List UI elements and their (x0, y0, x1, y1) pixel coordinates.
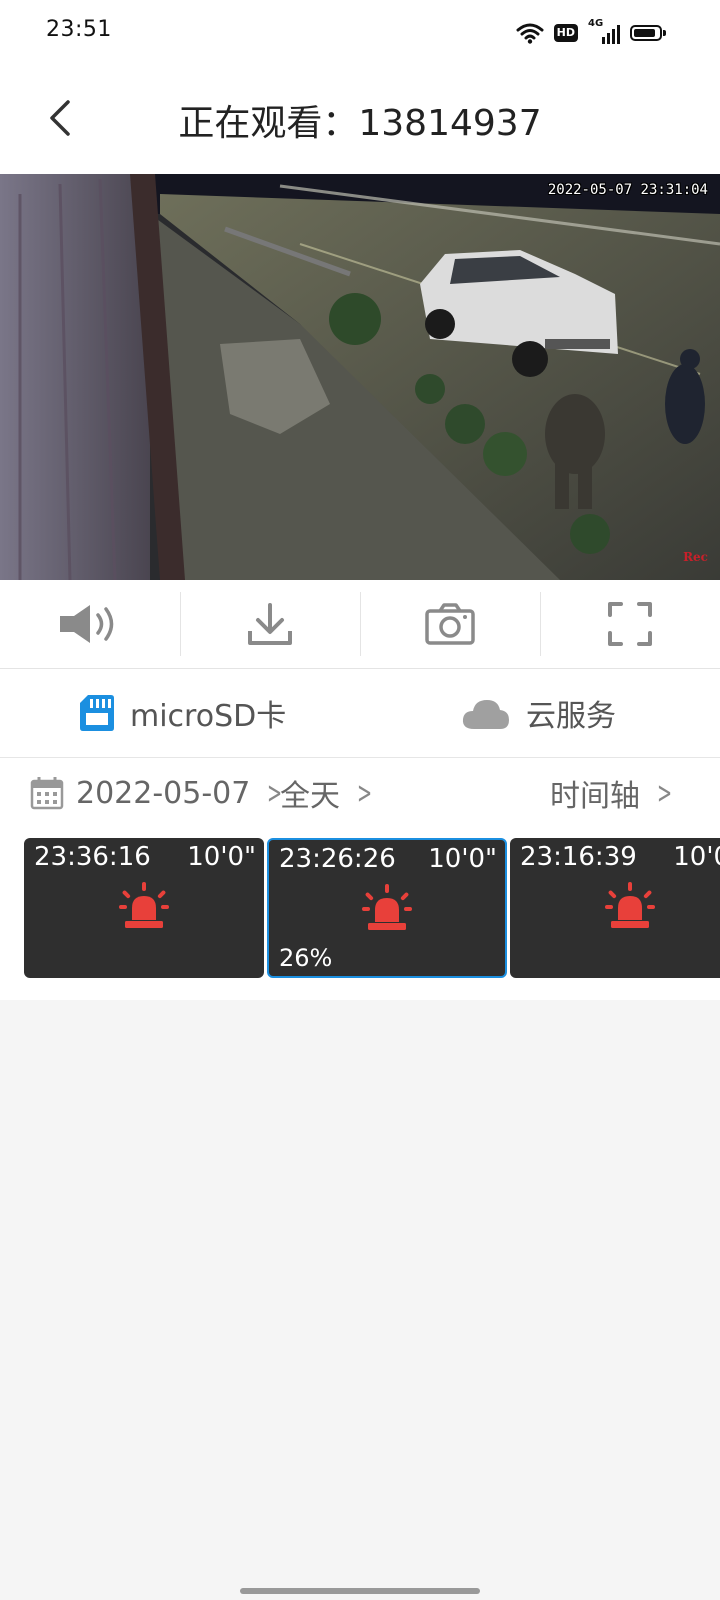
alarm-siren-icon (362, 884, 412, 930)
range-chevron-icon: > (357, 775, 373, 811)
wifi-icon (516, 23, 544, 44)
clip-duration: 10'0" (673, 842, 720, 872)
cloud-icon (462, 700, 509, 729)
filter-row: 2022-05-07 > 全天 > 时间轴 > (0, 758, 720, 828)
tab-microsd[interactable]: microSD卡 (80, 669, 286, 757)
fullscreen-button[interactable] (540, 580, 720, 668)
home-indicator[interactable] (240, 1588, 480, 1594)
video-frame (0, 174, 720, 580)
sd-card-icon (80, 695, 114, 731)
clip-card[interactable]: 23:36:16 10'0" (24, 838, 264, 978)
clip-progress: 26% (279, 944, 333, 972)
mute-button[interactable] (0, 580, 180, 668)
status-time: 23:51 (46, 17, 112, 42)
calendar-icon (30, 777, 64, 810)
timeline-label: 时间轴 (550, 779, 640, 814)
clip-list: 23:36:16 10'0" 23:26:26 10'0" 26% 23:16:… (0, 828, 720, 1000)
battery-icon (630, 25, 666, 41)
clip-duration: 10'0" (428, 844, 497, 874)
tab-cloud-label: 云服务 (526, 699, 616, 734)
snapshot-button[interactable] (360, 580, 540, 668)
status-icons: HD 4G (516, 18, 666, 48)
rec-indicator: Rec (683, 550, 708, 564)
alarm-siren-icon (605, 882, 655, 928)
tab-microsd-label: microSD卡 (130, 699, 287, 734)
timeline-link[interactable]: 时间轴 > (550, 758, 677, 828)
clip-card-selected[interactable]: 23:26:26 10'0" 26% (267, 838, 507, 978)
timeline-chevron-icon: > (657, 775, 673, 811)
hd-badge: HD (553, 24, 578, 42)
download-button[interactable] (180, 580, 360, 668)
download-icon (248, 603, 292, 645)
camera-icon (425, 603, 475, 645)
alarm-siren-icon (119, 882, 169, 928)
header: 正在观看：13814937 (0, 64, 720, 174)
clip-duration: 10'0" (187, 842, 256, 872)
clip-time: 23:36:16 (34, 842, 151, 872)
date-picker[interactable]: 2022-05-07 > (30, 758, 288, 828)
status-bar: 23:51 HD 4G (0, 0, 720, 64)
player-controls (0, 580, 720, 669)
speaker-icon (60, 605, 114, 643)
osd-timestamp: 2022-05-07 23:31:04 (547, 182, 708, 198)
fullscreen-icon (608, 602, 652, 646)
clip-time: 23:26:26 (279, 844, 396, 874)
source-tabs: microSD卡 云服务 (0, 669, 720, 758)
video-player[interactable]: 2022-05-07 23:31:04 Rec (0, 174, 720, 580)
clip-time: 23:16:39 (520, 842, 637, 872)
clip-card[interactable]: 23:16:39 10'0" (510, 838, 720, 978)
tab-cloud-service[interactable]: 云服务 (462, 669, 616, 757)
time-range-label: 全天 (280, 779, 340, 814)
selected-date: 2022-05-07 (76, 775, 251, 811)
cellular-signal-icon: 4G (588, 18, 620, 46)
time-range-picker[interactable]: 全天 > (280, 758, 377, 828)
page-title: 正在观看：13814937 (178, 103, 542, 144)
network-type-label: 4G (588, 18, 604, 29)
